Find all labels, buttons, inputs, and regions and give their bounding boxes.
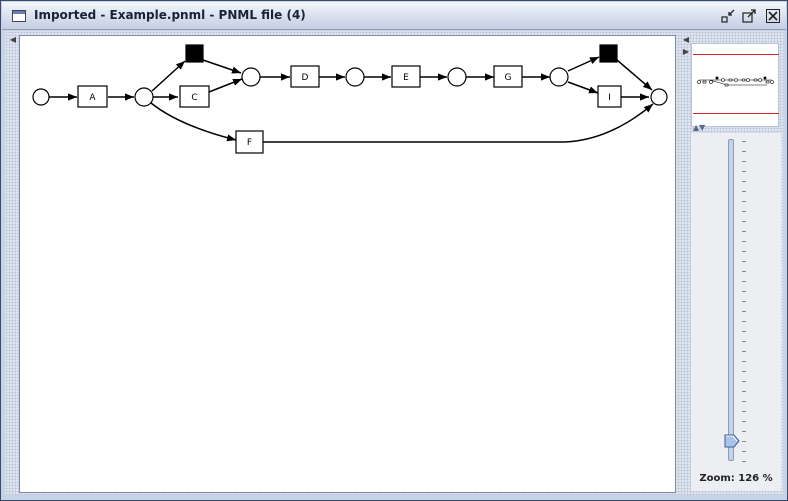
arc-F-end	[263, 103, 654, 143]
zoom-slider-tick	[742, 421, 746, 422]
overview-thumbnail	[697, 76, 774, 87]
place-start	[32, 88, 50, 106]
transition-silent-2	[599, 44, 618, 63]
zoom-slider-tick	[742, 201, 746, 202]
zoom-slider-tick	[742, 161, 746, 162]
zoom-slider-tick	[742, 261, 746, 262]
place-end	[650, 88, 668, 106]
zoom-slider-tick	[742, 411, 746, 412]
zoom-slider-tick	[742, 441, 746, 442]
transition-label-C: C	[191, 93, 197, 103]
arc-C-p2	[208, 78, 243, 93]
zoom-slider-tick	[742, 311, 746, 312]
window-title: Imported - Example.pnml - PNML file (4)	[34, 8, 306, 22]
zoom-slider-tick	[742, 431, 746, 432]
place-p1	[134, 87, 154, 107]
place-p5	[549, 67, 569, 87]
zoom-slider-thumb[interactable]	[724, 433, 740, 448]
place-p2	[241, 67, 261, 87]
transition-label-I: I	[608, 93, 611, 103]
zoom-panel: Zoom: 126 %	[691, 133, 781, 491]
zoom-slider-tick	[742, 281, 746, 282]
place-p4	[447, 67, 467, 87]
transition-label-E: E	[403, 73, 409, 83]
zoom-slider-tick	[742, 211, 746, 212]
zoom-slider-tick	[742, 301, 746, 302]
arc-tau1-p2	[202, 59, 242, 74]
arc-p5-I	[567, 81, 599, 94]
side-panel: ▲▼ Zoom: 126 %	[689, 35, 781, 493]
zoom-slider-tick	[742, 181, 746, 182]
zoom-slider-tick	[742, 401, 746, 402]
zoom-slider-tick	[742, 371, 746, 372]
petri-net-graph: A C F D E G I	[32, 44, 668, 154]
zoom-slider-tick	[742, 171, 746, 172]
places	[32, 67, 668, 107]
zoom-slider-tick	[742, 231, 746, 232]
zoom-slider-tick	[742, 191, 746, 192]
close-button[interactable]	[765, 8, 781, 24]
place-p3	[345, 67, 365, 87]
close-icon	[766, 9, 780, 23]
pnml-window: Imported - Example.pnml - PNML file (4) …	[0, 0, 788, 501]
zoom-label: Zoom: 126 %	[699, 473, 773, 484]
zoom-slider-tick	[742, 241, 746, 242]
window-icon	[12, 10, 26, 22]
collapse-left-icon[interactable]: ◀	[9, 35, 17, 45]
arc-p5-tau2	[567, 56, 600, 72]
maximize-icon	[742, 9, 756, 23]
zoom-slider-track[interactable]	[728, 139, 734, 461]
zoom-slider-tick	[742, 351, 746, 352]
zoom-slider-tick	[742, 151, 746, 152]
arc-tau2-end	[616, 59, 653, 91]
maximize-button[interactable]	[741, 8, 757, 24]
zoom-slider-tick	[742, 381, 746, 382]
zoom-slider-tick	[742, 331, 746, 332]
transition-silent-1	[185, 44, 204, 63]
zoom-slider-tick	[742, 251, 746, 252]
zoom-slider-tick	[742, 361, 746, 362]
transition-label-G: G	[505, 73, 512, 83]
zoom-slider-tick	[742, 461, 746, 462]
petri-net-canvas[interactable]: A C F D E G I	[19, 35, 676, 493]
zoom-slider-tick	[742, 221, 746, 222]
zoom-slider-tick	[742, 291, 746, 292]
overview-collapse-icon[interactable]: ▲▼	[693, 123, 705, 132]
zoom-slider-tick	[742, 341, 746, 342]
transition-label-A: A	[89, 93, 96, 103]
zoom-slider-tick	[742, 321, 746, 322]
overview-panel[interactable]	[691, 43, 779, 127]
minimize-icon	[721, 9, 735, 23]
transitions	[77, 44, 622, 154]
arc-p1-F	[150, 102, 237, 142]
title-bar[interactable]: Imported - Example.pnml - PNML file (4)	[2, 2, 786, 30]
slider-thumb-icon	[724, 434, 740, 448]
minimize-button[interactable]	[720, 8, 736, 24]
zoom-slider-tick	[742, 451, 746, 452]
zoom-slider-tick	[742, 141, 746, 142]
zoom-slider-tick	[742, 391, 746, 392]
zoom-slider-tick	[742, 271, 746, 272]
zoom-slider-ticks	[742, 141, 748, 462]
transition-label-F: F	[247, 138, 252, 148]
transition-label-D: D	[302, 73, 309, 83]
